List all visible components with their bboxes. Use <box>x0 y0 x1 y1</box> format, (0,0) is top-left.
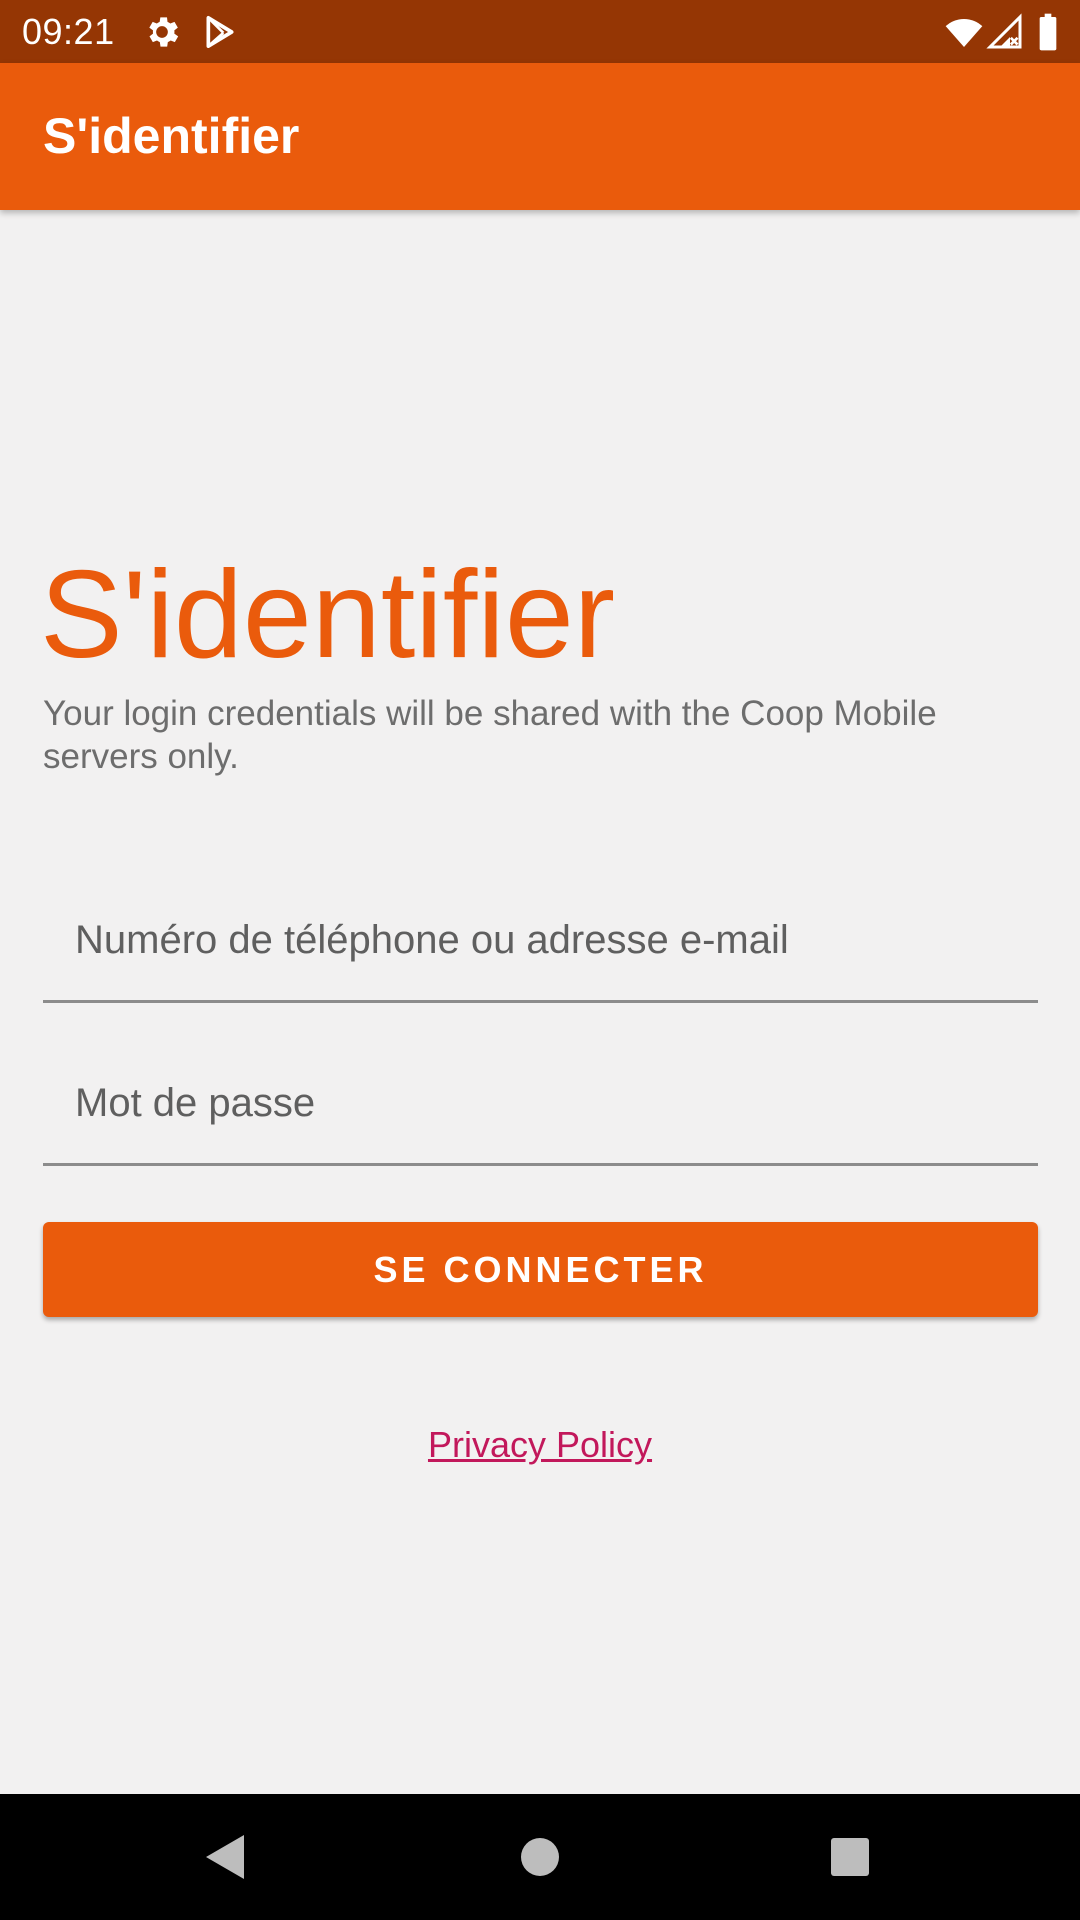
recents-icon[interactable] <box>820 1827 880 1887</box>
password-input[interactable] <box>75 1063 1015 1143</box>
connect-button[interactable]: SE CONNECTER <box>43 1222 1038 1317</box>
app-bar-title: S'identifier <box>43 108 300 164</box>
signal-icon <box>985 12 1025 52</box>
status-bar: 09:21 <box>0 0 1080 63</box>
status-time: 09:21 <box>22 11 115 52</box>
navigation-bar <box>0 1794 1080 1920</box>
app-bar: S'identifier <box>0 63 1080 210</box>
privacy-policy-link[interactable]: Privacy Policy <box>428 1424 652 1465</box>
wifi-icon <box>943 12 985 52</box>
back-icon[interactable] <box>195 1827 255 1887</box>
battery-icon <box>1035 12 1061 52</box>
privacy-policy: Privacy Policy <box>0 1423 1080 1467</box>
home-icon[interactable] <box>510 1827 570 1887</box>
login-input[interactable] <box>75 900 1015 980</box>
settings-icon <box>142 12 182 52</box>
password-field[interactable] <box>43 1043 1038 1166</box>
play-store-icon <box>200 12 240 52</box>
login-heading: S'identifier <box>40 546 616 684</box>
login-field[interactable] <box>43 880 1038 1003</box>
login-description: Your login credentials will be shared wi… <box>43 694 937 776</box>
